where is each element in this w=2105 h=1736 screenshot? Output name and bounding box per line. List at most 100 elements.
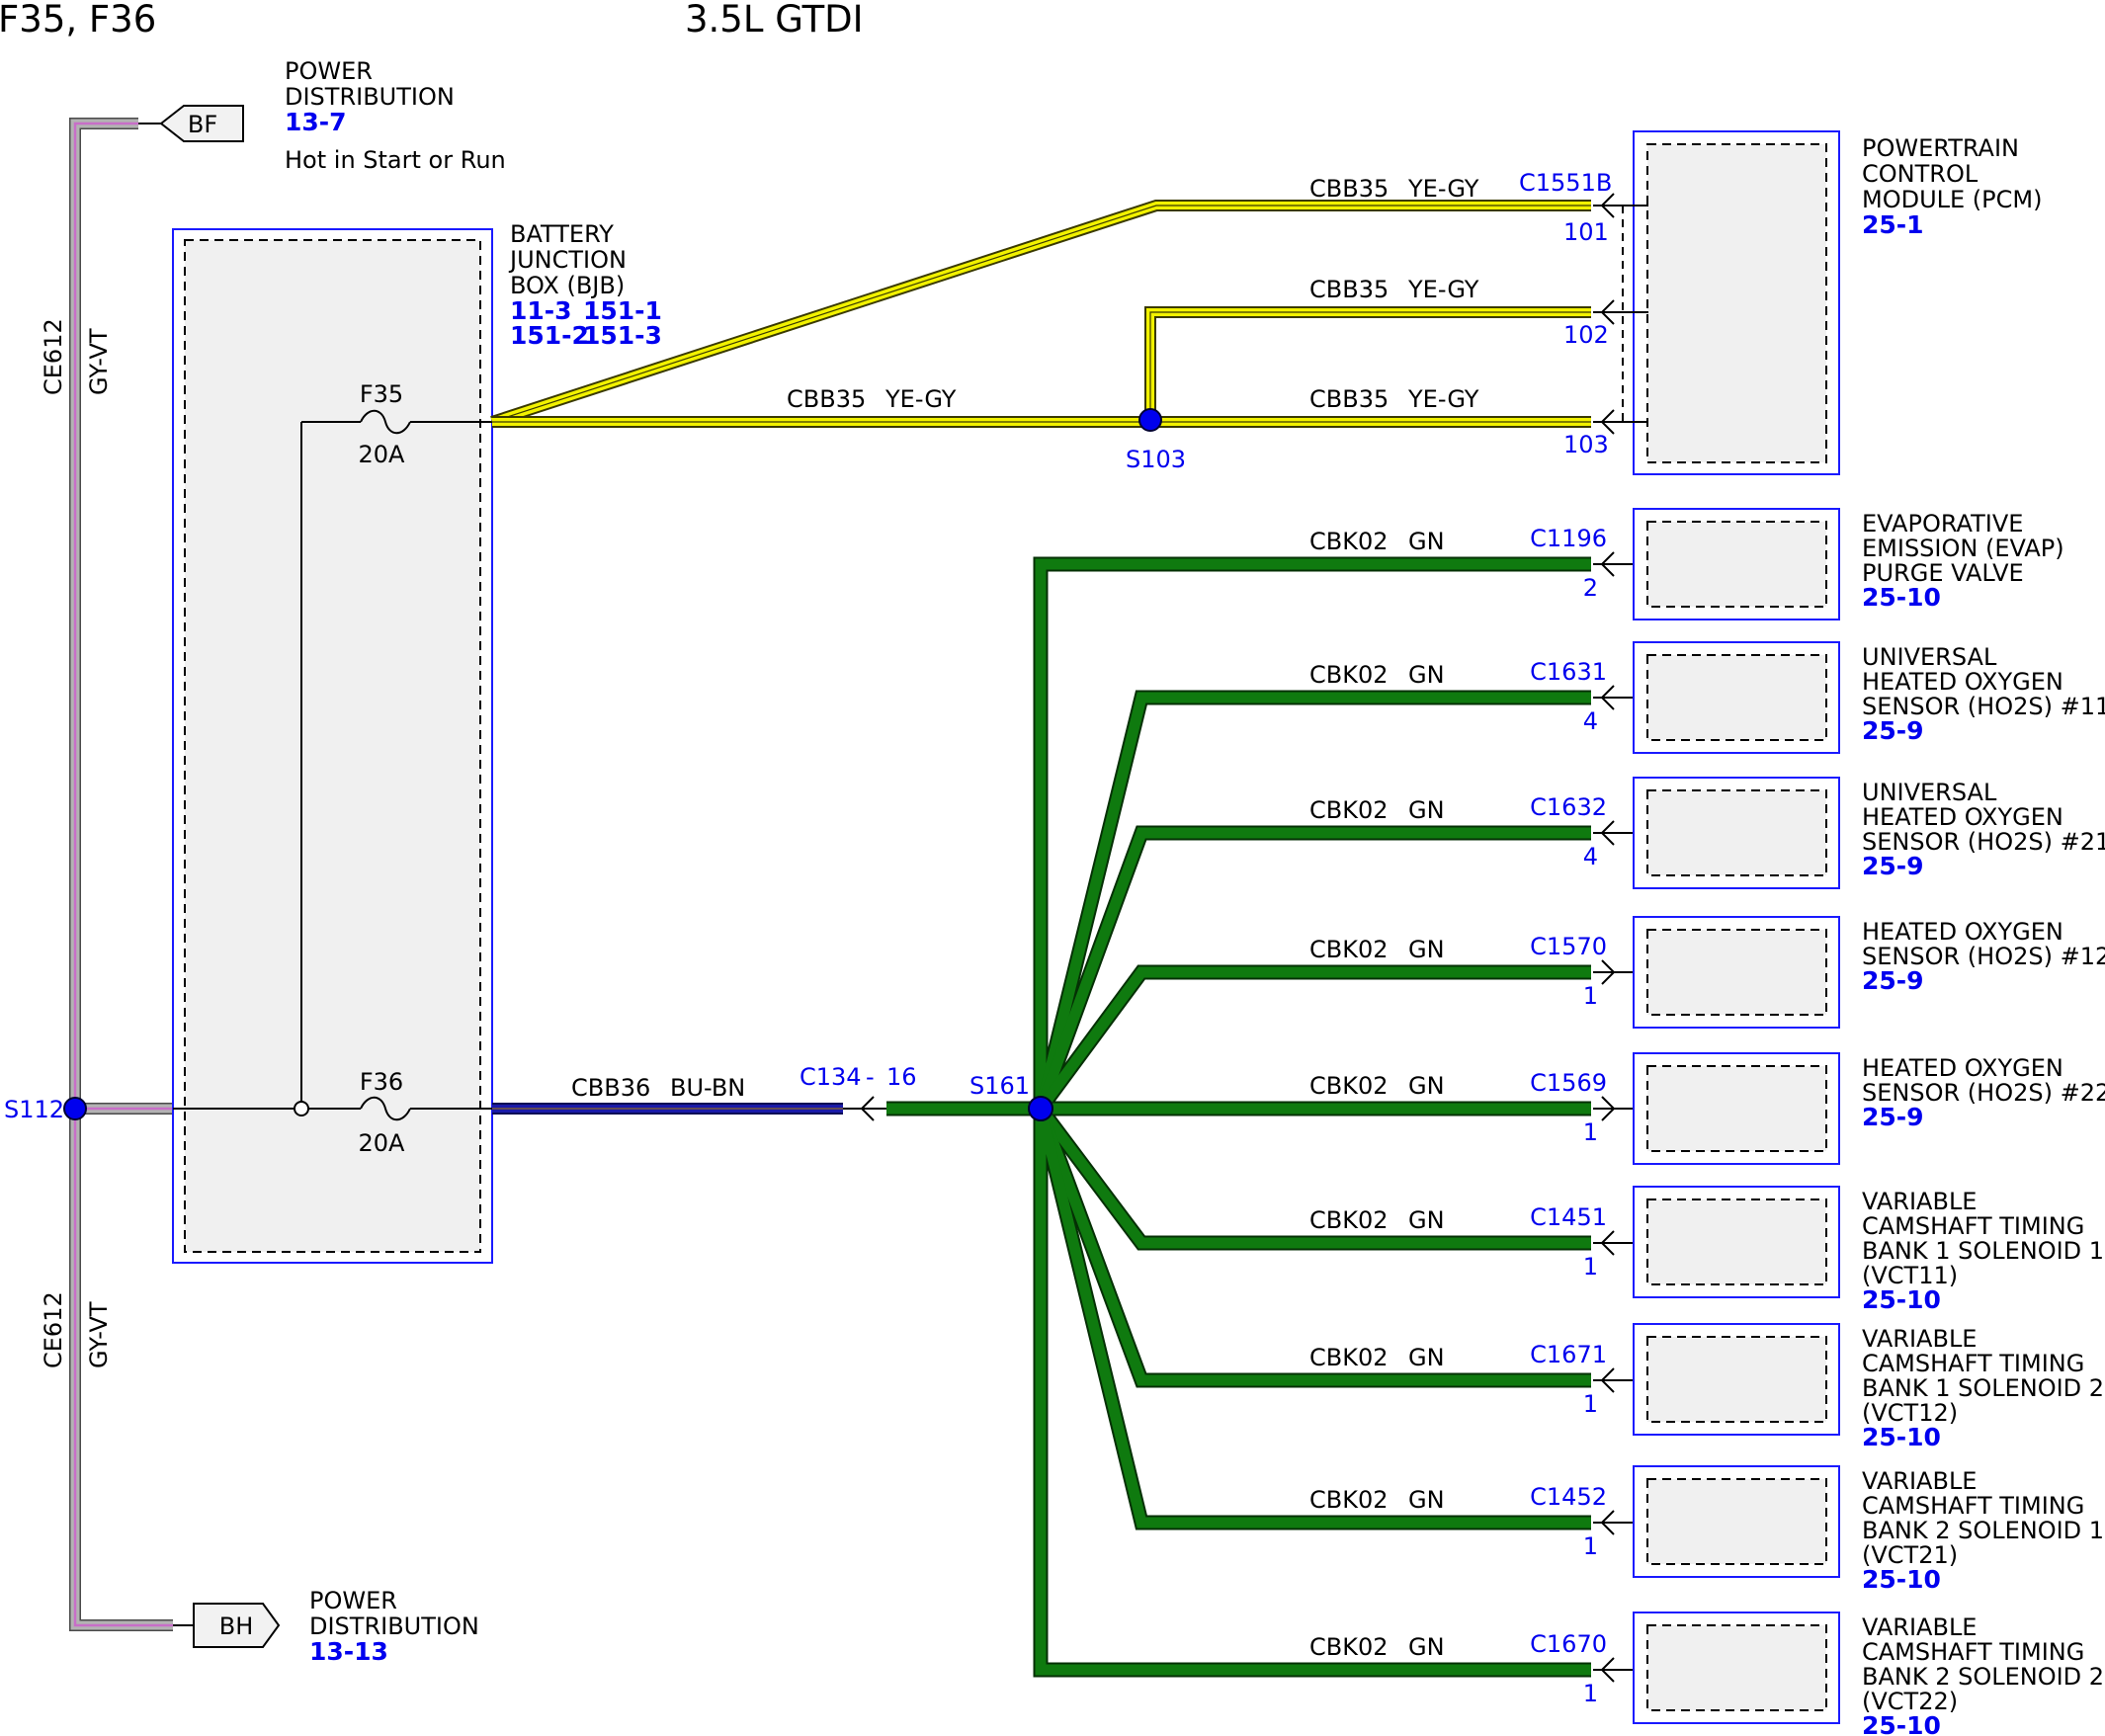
component-name-line: CAMSHAFT TIMING: [1862, 1492, 2084, 1520]
green-wire-harness[interactable]: [886, 556, 1591, 1678]
green-wire-color: GN: [1408, 1206, 1445, 1234]
s112-splice-dot[interactable]: [63, 1097, 87, 1120]
connector-label: C1671: [1530, 1341, 1607, 1368]
component-name-line: VARIABLE: [1862, 1188, 1977, 1215]
power-in-line1: POWER: [285, 57, 373, 85]
component-ref[interactable]: 25-9: [1862, 716, 1924, 745]
s161-splice-label: S161: [969, 1072, 1030, 1100]
fuse-f35-name: F35: [360, 380, 403, 408]
blue-wire-circuit: CBB36: [571, 1074, 650, 1102]
green-wire-circuit: CBK02: [1309, 1486, 1389, 1514]
green-wire-color: GN: [1408, 1633, 1445, 1661]
component-box-inner: [1646, 1478, 1827, 1565]
pcm-pin-102: 102: [1563, 321, 1609, 349]
yellow-pin101-circuit: CBB35: [1309, 175, 1389, 203]
bf-tag-label: BF: [188, 111, 217, 138]
green-wire-color: GN: [1408, 661, 1445, 689]
pin-number: 4: [1583, 707, 1598, 735]
component-name-line: BANK 1 SOLENOID 2: [1862, 1374, 2104, 1402]
connector-label: C1631: [1530, 658, 1607, 686]
pin-number: 1: [1583, 982, 1598, 1010]
page-title-left: F35, F36: [0, 0, 156, 41]
s103-splice-dot[interactable]: [1138, 408, 1162, 432]
component-name-line: CAMSHAFT TIMING: [1862, 1638, 2084, 1666]
pcm-ref[interactable]: 25-1: [1862, 210, 1924, 239]
pin-number: 2: [1583, 574, 1598, 602]
component-box-inner: [1646, 521, 1827, 608]
component-box-inner: [1646, 1624, 1827, 1711]
component-name-line: EVAPORATIVE: [1862, 510, 2023, 537]
bjb-label-line1: BATTERY: [510, 220, 614, 248]
connector-label: C1196: [1530, 525, 1607, 552]
yellow-pin102-circuit: CBB35: [1309, 276, 1389, 303]
left-wire-color-bottom: GY-VT: [85, 1301, 113, 1368]
green-wire-circuit: CBK02: [1309, 528, 1389, 555]
yellow-pin102-color: YE-GY: [1407, 276, 1479, 303]
component-box-inner: [1646, 789, 1827, 876]
s103-splice-label: S103: [1126, 446, 1186, 473]
bh-connector-tag[interactable]: BH: [173, 1603, 281, 1648]
green-wire-circuit: CBK02: [1309, 936, 1389, 963]
connector-label: C1451: [1530, 1203, 1607, 1231]
left-wire-circuit-top: CE612: [40, 318, 67, 395]
connector-label: C1570: [1530, 933, 1607, 960]
green-wire-circuit: CBK02: [1309, 796, 1389, 824]
yellow-bottom-color: YE-GY: [884, 385, 957, 413]
pcm-label-line1: POWERTRAIN: [1862, 134, 2019, 162]
component-name-line: UNIVERSAL: [1862, 779, 1997, 806]
connector-label: C1670: [1530, 1630, 1607, 1658]
component-name-line: UNIVERSAL: [1862, 643, 1997, 671]
component-ref[interactable]: 25-10: [1862, 1711, 1941, 1736]
component-name-line: BANK 1 SOLENOID 1: [1862, 1237, 2104, 1265]
green-wire-segment[interactable]: [1035, 1109, 1591, 1676]
pcm-connector-label: C1551B: [1519, 169, 1612, 197]
pin-number: 1: [1583, 1253, 1598, 1281]
left-wire-color-top: GY-VT: [85, 328, 113, 395]
component-name-line: VARIABLE: [1862, 1613, 1977, 1641]
power-in-ref[interactable]: 13-7: [285, 108, 347, 136]
component-name-line: HEATED OXYGEN: [1862, 803, 2063, 831]
power-out-ref[interactable]: 13-13: [309, 1637, 388, 1666]
pin-number: 1: [1583, 1390, 1598, 1418]
component-ref[interactable]: 25-10: [1862, 1423, 1941, 1451]
green-wire-color: GN: [1408, 796, 1445, 824]
green-wire-color: GN: [1408, 936, 1445, 963]
bjb-label-line2: JUNCTION: [508, 246, 627, 274]
pin-number: 1: [1583, 1532, 1598, 1560]
connector-label: C1569: [1530, 1069, 1607, 1097]
component-ref[interactable]: 25-10: [1862, 583, 1941, 612]
component-ref[interactable]: 25-10: [1862, 1565, 1941, 1594]
wiring-diagram: F35, F36 3.5L GTDI CE612 GY-VT CE612 GY-…: [0, 0, 2105, 1736]
bjb-label-line3: BOX (BJB): [510, 272, 625, 299]
c134-connector-icon[interactable]: [843, 1096, 886, 1121]
bf-connector-tag[interactable]: BF: [138, 105, 244, 142]
green-wire-circuit: CBK02: [1309, 1344, 1389, 1371]
s112-splice-label: S112: [4, 1096, 64, 1123]
c134-connector-pin: 16: [886, 1063, 917, 1091]
s161-splice-dot[interactable]: [1028, 1096, 1053, 1121]
left-wire-circuit-bottom: CE612: [40, 1291, 67, 1368]
power-in-line2: DISTRIBUTION: [285, 83, 455, 111]
component-box-inner: [1646, 654, 1827, 741]
pcm-box[interactable]: [1622, 130, 1840, 475]
green-wire-circuit: CBK02: [1309, 661, 1389, 689]
component-name-line: HEATED OXYGEN: [1862, 918, 2063, 946]
component-ref[interactable]: 25-9: [1862, 1103, 1924, 1131]
component-ref[interactable]: 25-10: [1862, 1285, 1941, 1314]
power-in-note: Hot in Start or Run: [285, 146, 506, 174]
green-wire-color: GN: [1408, 1344, 1445, 1371]
green-wire-circuit: CBK02: [1309, 1072, 1389, 1100]
component-name-line: BANK 2 SOLENOID 2: [1862, 1663, 2104, 1691]
component-ref[interactable]: 25-9: [1862, 966, 1924, 995]
connector-label: C1632: [1530, 793, 1607, 821]
power-out-line1: POWER: [309, 1587, 397, 1614]
component-name-line: BANK 2 SOLENOID 1: [1862, 1517, 2104, 1544]
bjb-ref-3[interactable]: 151-2: [510, 321, 589, 350]
bjb-ref-4[interactable]: 151-3: [583, 321, 662, 350]
power-out-line2: DISTRIBUTION: [309, 1612, 479, 1640]
component-ref[interactable]: 25-9: [1862, 852, 1924, 880]
bh-tag-label: BH: [219, 1612, 254, 1640]
yellow-pin103-circuit: CBB35: [1309, 385, 1389, 413]
component-name-line: HEATED OXYGEN: [1862, 1054, 2063, 1082]
page-title-center: 3.5L GTDI: [685, 0, 864, 41]
